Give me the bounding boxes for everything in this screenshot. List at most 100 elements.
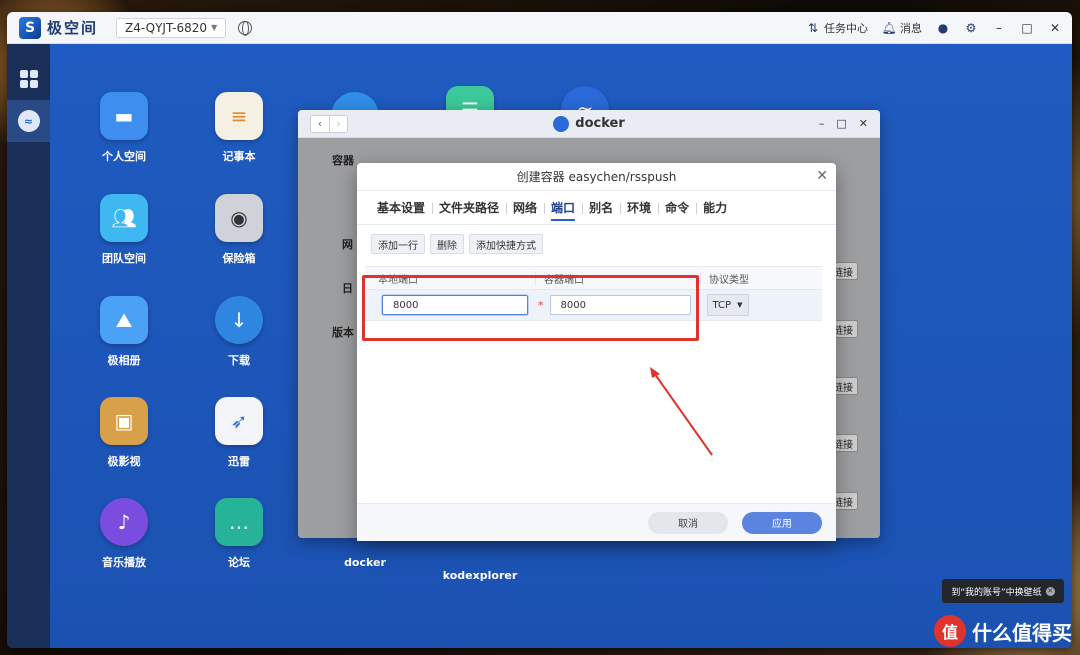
- app-label: 极影视: [107, 455, 141, 468]
- globe-icon[interactable]: [238, 20, 253, 36]
- task-center-icon: ⇅: [807, 20, 819, 35]
- toast-text: 到“我的账号”中换壁纸: [951, 587, 1042, 598]
- cancel-button[interactable]: 取消: [648, 511, 728, 534]
- sidebar-docker-button[interactable]: ≈: [7, 100, 50, 142]
- delete-button[interactable]: 删除: [430, 234, 464, 254]
- app-safe[interactable]: ◉ 保险箱: [194, 194, 284, 266]
- close-icon[interactable]: ✕: [1045, 586, 1055, 596]
- photo-icon: ⛰: [100, 296, 148, 344]
- grid-icon: [19, 70, 38, 88]
- apply-button[interactable]: 应用: [742, 511, 822, 534]
- app-team-space[interactable]: 👥︎ 团队空间: [79, 194, 169, 266]
- tab-command[interactable]: 命令: [658, 191, 696, 225]
- app-notepad[interactable]: ≡ 记事本: [194, 92, 284, 164]
- docker-title: docker: [298, 115, 880, 132]
- bg-label: 容器: [332, 154, 354, 167]
- dialog-header: 创建容器 easychen/rsspush ✕: [357, 163, 836, 191]
- app-label: 记事本: [222, 150, 256, 163]
- dialog-title: 创建容器 easychen/rsspush: [516, 170, 677, 184]
- annotation-arrow: [650, 367, 713, 456]
- docker-icon: ≈: [17, 110, 40, 132]
- tab-env[interactable]: 环境: [620, 191, 658, 225]
- device-select[interactable]: Z4-QYJT-6820 ▼: [116, 17, 227, 38]
- back-icon[interactable]: ‹: [311, 115, 329, 132]
- app-download[interactable]: ↓ 下载: [194, 296, 284, 368]
- app-label: 保险箱: [222, 252, 256, 265]
- app-label: 音乐播放: [102, 556, 146, 569]
- bg-label: 日: [342, 282, 353, 295]
- add-shortcut-button[interactable]: 添加快捷方式: [469, 234, 543, 254]
- gear-icon[interactable]: ⚙: [964, 21, 978, 35]
- app-label: 团队空间: [102, 252, 146, 265]
- user-icon[interactable]: ●: [936, 21, 950, 35]
- tab-network[interactable]: 网络: [506, 191, 544, 225]
- maximize-icon[interactable]: □: [836, 117, 846, 130]
- logo-icon: S: [19, 16, 41, 39]
- top-bar: S 极空间 Z4-QYJT-6820 ▼ ⇅ 任务中心 🔔︎ 消息 ● ⚙ – …: [7, 12, 1072, 44]
- messages-button[interactable]: 🔔︎ 消息: [881, 20, 922, 36]
- notepad-icon: ≡: [215, 92, 263, 140]
- watermark: 值 什么值得买: [934, 615, 1072, 647]
- highlight-box: [362, 275, 699, 341]
- messages-label: 消息: [900, 21, 922, 35]
- task-center-button[interactable]: ⇅ 任务中心: [806, 20, 868, 36]
- port-actions: 添加一行 删除 添加快捷方式: [357, 225, 836, 254]
- bird-icon: ➶: [215, 397, 263, 445]
- nav-arrows: ‹ ›: [310, 114, 348, 133]
- col-protocol: 协议类型: [700, 270, 749, 286]
- bell-icon: 🔔︎: [881, 20, 897, 35]
- chat-icon: …: [215, 498, 263, 546]
- forward-icon[interactable]: ›: [329, 115, 347, 132]
- sidebar: ≈: [7, 44, 50, 648]
- docker-icon: [553, 115, 570, 132]
- brand-name: 极空间: [47, 19, 99, 37]
- tab-alias[interactable]: 别名: [582, 191, 620, 225]
- bg-label: 版本: [332, 326, 354, 339]
- app-music[interactable]: ♪ 音乐播放: [79, 498, 169, 570]
- minimize-icon[interactable]: –: [819, 117, 825, 130]
- docker-title-text: docker: [575, 116, 625, 131]
- watermark-logo-icon: 值: [934, 615, 966, 647]
- app-forum[interactable]: … 论坛: [194, 498, 284, 570]
- dialog-footer: 取消 应用: [357, 503, 836, 541]
- app-label: 论坛: [228, 556, 250, 569]
- sidebar-apps-button[interactable]: [7, 58, 50, 100]
- close-icon[interactable]: ✕: [1048, 21, 1062, 35]
- task-center-label: 任务中心: [824, 21, 868, 35]
- minimize-icon[interactable]: –: [992, 21, 1006, 35]
- safe-icon: ◉: [215, 194, 263, 242]
- close-icon[interactable]: ✕: [859, 117, 868, 130]
- tab-folder-path[interactable]: 文件夹路径: [432, 191, 506, 225]
- protocol-value: TCP: [712, 299, 732, 311]
- video-icon: ▣: [100, 397, 148, 445]
- docker-titlebar: ‹ › docker – □ ✕: [298, 110, 880, 138]
- folder-icon: ▬: [100, 92, 148, 140]
- tab-capability[interactable]: 能力: [696, 191, 734, 225]
- protocol-select[interactable]: TCP ▼: [706, 294, 749, 316]
- tab-bar: 基本设置 文件夹路径 网络 端口 别名 环境 命令 能力: [357, 191, 836, 225]
- tab-port[interactable]: 端口: [544, 191, 582, 225]
- team-folder-icon: 👥︎: [100, 194, 148, 242]
- maximize-icon[interactable]: □: [1020, 21, 1034, 35]
- brand-logo[interactable]: S 极空间: [19, 16, 99, 39]
- app-xunlei[interactable]: ➶ 迅雷: [194, 397, 284, 469]
- device-name: Z4-QYJT-6820: [125, 20, 208, 35]
- caret-down-icon: ▼: [737, 301, 743, 309]
- tab-basic[interactable]: 基本设置: [370, 191, 432, 225]
- download-icon: ↓: [215, 296, 263, 344]
- create-container-dialog: 创建容器 easychen/rsspush ✕ 基本设置 文件夹路径 网络 端口…: [357, 163, 836, 541]
- app-video[interactable]: ▣ 极影视: [79, 397, 169, 469]
- app-label: 个人空间: [102, 150, 146, 163]
- app-label: 极相册: [107, 354, 141, 367]
- close-icon[interactable]: ✕: [816, 168, 828, 184]
- bg-label: 网: [342, 238, 353, 251]
- add-row-button[interactable]: 添加一行: [371, 234, 425, 254]
- app-photos[interactable]: ⛰ 极相册: [79, 296, 169, 368]
- chevron-down-icon: ▼: [211, 23, 218, 32]
- app-label: 迅雷: [228, 455, 250, 468]
- docker-label: docker: [344, 556, 386, 569]
- app-label: 下载: [228, 354, 250, 367]
- wallpaper-toast[interactable]: 到“我的账号”中换壁纸 ✕: [942, 579, 1064, 603]
- app-personal-space[interactable]: ▬ 个人空间: [79, 92, 169, 164]
- music-icon: ♪: [100, 498, 148, 546]
